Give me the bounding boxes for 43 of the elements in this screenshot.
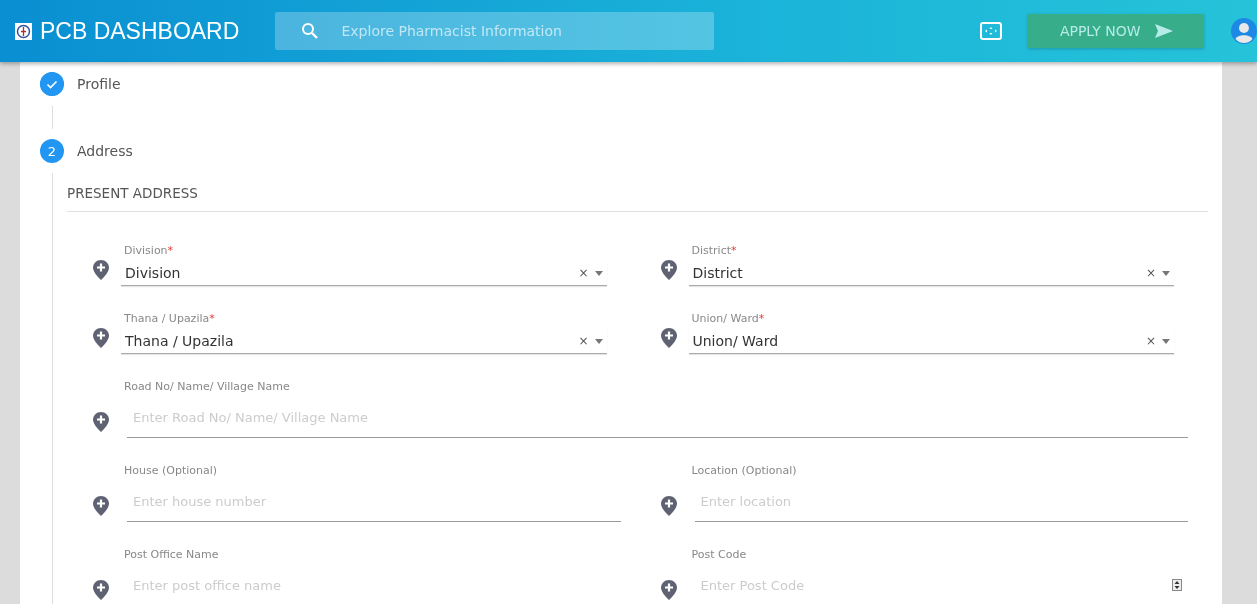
- select-field[interactable]: Division ×: [121, 261, 607, 286]
- field-label: House (Optional): [124, 464, 218, 477]
- map-pin-icon: [93, 580, 109, 600]
- section-title: PRESENT ADDRESS: [67, 173, 1208, 212]
- field-label: Post Office Name: [124, 548, 219, 561]
- search-bar[interactable]: Explore Pharmacist Information: [275, 12, 715, 50]
- map-pin-icon: [660, 260, 677, 280]
- caret-icon: [594, 270, 603, 276]
- search-field[interactable]: Explore Pharmacist Information: [339, 22, 704, 40]
- clear-icon[interactable]: ×: [1145, 334, 1156, 348]
- caret-icon: [1162, 338, 1170, 344]
- select-field[interactable]: District ×: [688, 261, 1174, 286]
- field-label: Post Code: [691, 548, 747, 561]
- map-pin-icon: [660, 328, 677, 348]
- search-icon: [301, 22, 320, 40]
- field-label: Location (Optional): [691, 464, 797, 477]
- map-pin-icon: [660, 496, 677, 516]
- map-pin-icon: [93, 496, 109, 516]
- app-title: PCB DASHBOARD: [39, 17, 241, 45]
- caret-icon: [594, 338, 603, 344]
- map-pin-icon: [93, 260, 109, 280]
- step-label[interactable]: Profile: [77, 76, 121, 92]
- field-label: Union/ Ward*: [691, 312, 765, 325]
- send-icon: [1154, 24, 1173, 38]
- step-number: 2: [40, 139, 64, 163]
- field-label: Road No/ Name/ Village Name: [124, 380, 290, 393]
- logo-icon: [15, 22, 32, 40]
- select-field[interactable]: Union/ Ward ×: [688, 329, 1174, 354]
- clear-icon[interactable]: ×: [578, 334, 589, 348]
- field-label: District*: [691, 244, 737, 257]
- clear-icon[interactable]: ×: [1145, 266, 1156, 280]
- clear-icon[interactable]: ×: [578, 266, 589, 280]
- fullscreen-icon[interactable]: [980, 22, 1003, 40]
- avatar-icon[interactable]: [1231, 18, 1257, 44]
- spinner-icon[interactable]: [1172, 579, 1182, 591]
- caret-icon: [1162, 270, 1170, 276]
- step-label[interactable]: Address: [77, 143, 133, 159]
- map-pin-icon: [93, 328, 109, 348]
- map-pin-icon: [93, 412, 109, 432]
- field-label: Thana / Upazila*: [124, 312, 215, 325]
- map-pin-icon: [660, 580, 677, 600]
- field-label: Division*: [124, 244, 174, 257]
- select-field[interactable]: Thana / Upazila ×: [121, 329, 607, 354]
